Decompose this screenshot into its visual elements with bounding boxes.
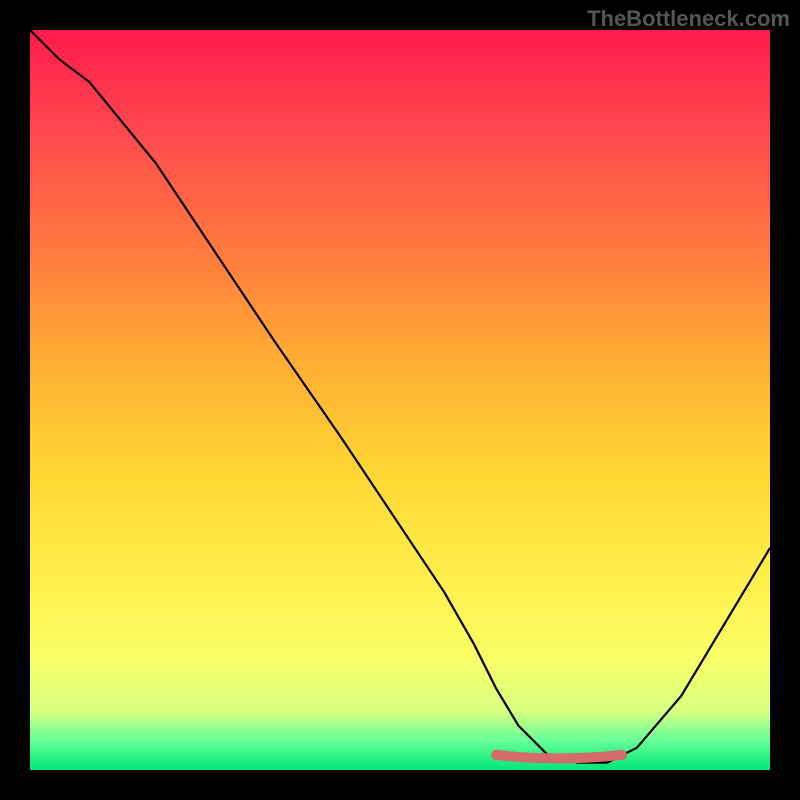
- watermark-label: TheBottleneck.com: [587, 6, 790, 32]
- optimal-range-marker: [496, 755, 622, 759]
- chart-svg: [30, 30, 770, 770]
- bottleneck-curve: [30, 30, 770, 763]
- chart-plot-area: [30, 30, 770, 770]
